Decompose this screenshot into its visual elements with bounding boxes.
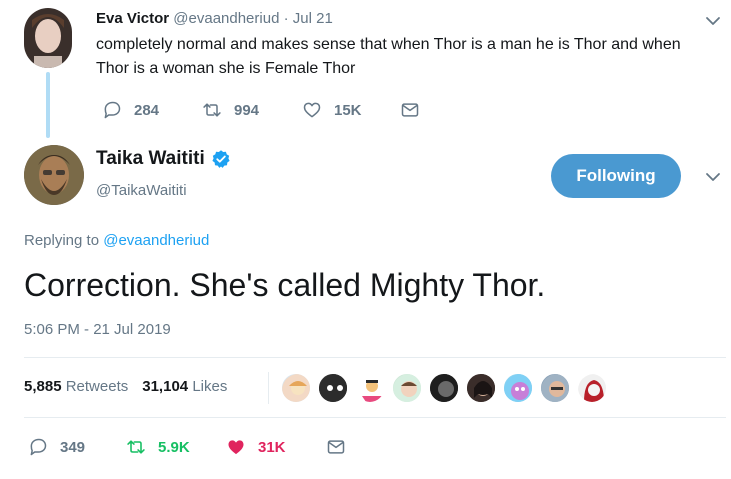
- retweets-stat[interactable]: 5,885 Retweets: [24, 378, 128, 395]
- divider-top: [24, 357, 726, 358]
- parent-avatar[interactable]: [24, 8, 72, 68]
- tweet-avatar[interactable]: [24, 145, 84, 205]
- tweet-stats: 5,885 Retweets 31,104 Likes: [24, 378, 227, 395]
- retweet-count: 5.9K: [158, 438, 190, 456]
- retweet-button[interactable]: 5.9K: [126, 437, 226, 457]
- chevron-down-icon: [706, 173, 720, 181]
- liker-avatar[interactable]: [354, 372, 386, 404]
- stats-divider: [268, 372, 269, 404]
- thread-line: [46, 72, 50, 138]
- liker-avatar[interactable]: [391, 372, 423, 404]
- parent-sep: ·: [283, 10, 289, 27]
- verified-badge-icon: [212, 150, 230, 168]
- replying-to-prefix: Replying to: [24, 232, 100, 249]
- parent-dm-button[interactable]: [400, 100, 420, 120]
- like-button[interactable]: 31K: [226, 437, 326, 457]
- replying-to-handle[interactable]: @evaandheriud: [103, 232, 209, 249]
- liker-avatar[interactable]: [465, 372, 497, 404]
- tweet-text: Correction. She's called Mighty Thor.: [24, 267, 546, 303]
- liker-avatar[interactable]: [280, 372, 312, 404]
- liker-avatar[interactable]: [317, 372, 349, 404]
- tweet-author: Taika Waititi: [96, 148, 231, 170]
- tweet-display-name[interactable]: Taika Waititi: [96, 148, 205, 170]
- likes-stat-count: 31,104: [142, 378, 189, 395]
- tweet-actions: 349 5.9K 31K: [28, 437, 346, 457]
- divider-bottom: [24, 417, 726, 418]
- heart-icon: [228, 440, 244, 455]
- parent-header: Eva Victor @evaandheriud · Jul 21: [96, 10, 333, 27]
- parent-handle[interactable]: @evaandheriud: [173, 10, 279, 27]
- likes-stat-label: Likes: [192, 378, 228, 395]
- parent-like-button[interactable]: 15K: [302, 100, 400, 120]
- parent-text: completely normal and makes sense that w…: [96, 36, 681, 77]
- reply-count: 349: [60, 438, 86, 456]
- parent-display-name[interactable]: Eva Victor: [96, 10, 169, 27]
- parent-retweet-button[interactable]: 994: [202, 100, 302, 120]
- likes-stat[interactable]: 31,104 Likes: [142, 378, 227, 395]
- tweet-handle[interactable]: @TaikaWaititi: [96, 182, 187, 199]
- reply-button[interactable]: 349: [28, 437, 126, 457]
- retweets-stat-label: Retweets: [65, 378, 129, 395]
- liker-avatar[interactable]: [428, 372, 460, 404]
- reply-icon: [30, 438, 47, 456]
- dm-button[interactable]: [326, 437, 346, 457]
- parent-reply-count: 284: [134, 101, 160, 119]
- parent-reply-button[interactable]: 284: [102, 100, 202, 120]
- replying-to: Replying to @evaandheriud: [24, 232, 209, 249]
- like-count: 31K: [258, 438, 286, 456]
- parent-actions: 284 994 15K: [102, 100, 420, 120]
- following-button[interactable]: Following: [551, 154, 681, 198]
- liker-avatars[interactable]: [280, 372, 610, 404]
- parent-caret[interactable]: [704, 12, 722, 35]
- tweet-caret[interactable]: [704, 168, 722, 191]
- heart-icon: [303, 102, 321, 118]
- parent-retweet-count: 994: [234, 101, 260, 119]
- liker-avatar[interactable]: [539, 372, 571, 404]
- parent-like-count: 15K: [334, 101, 362, 119]
- retweet-icon: [203, 103, 221, 117]
- retweets-stat-count: 5,885: [24, 378, 62, 395]
- retweet-icon: [127, 440, 145, 454]
- envelope-icon: [401, 103, 419, 117]
- liker-avatar[interactable]: [502, 372, 534, 404]
- chevron-down-icon: [706, 17, 720, 25]
- following-button-label: Following: [576, 166, 656, 185]
- parent-date[interactable]: Jul 21: [293, 10, 333, 27]
- tweet-timestamp[interactable]: 5:06 PM - 21 Jul 2019: [24, 321, 171, 338]
- reply-icon: [104, 101, 121, 119]
- envelope-icon: [327, 440, 345, 454]
- liker-avatar[interactable]: [576, 372, 608, 404]
